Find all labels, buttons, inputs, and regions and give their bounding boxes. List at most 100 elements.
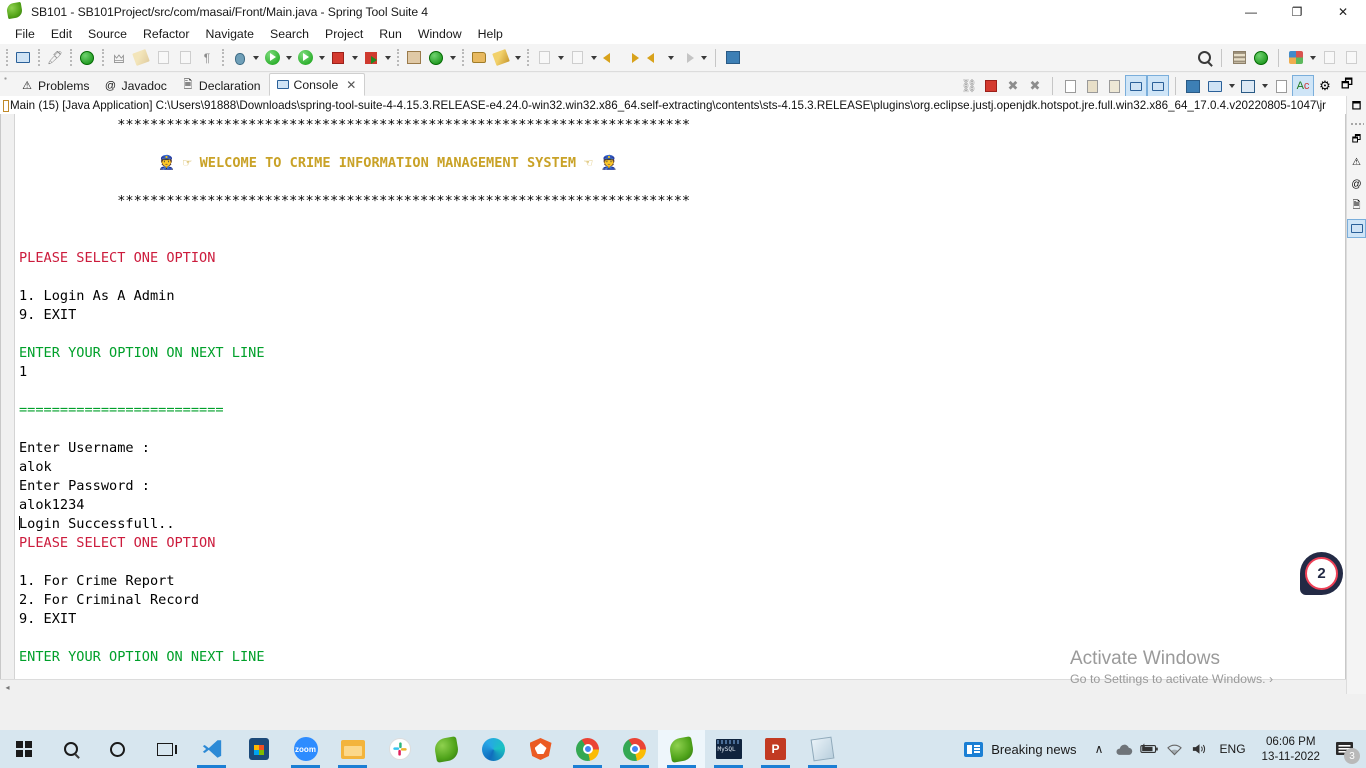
search-pen-icon[interactable] [491,48,511,68]
spring-boot-dashboard-icon[interactable] [77,48,97,68]
ansi-console-icon[interactable]: Ac [1292,75,1314,97]
word-wrap-icon[interactable] [1104,76,1124,96]
wifi-icon[interactable] [1162,730,1187,768]
tab-declaration[interactable]: 🗎 Declaration [175,75,269,96]
menu-edit[interactable]: Edit [43,26,80,42]
restore-layout-icon[interactable]: 🗖 [1348,99,1365,116]
grid-perspective-icon[interactable] [1229,48,1249,68]
settings-gear-icon[interactable]: ⚙ [1315,76,1335,96]
console-preferences-dropdown-icon[interactable] [1259,76,1270,96]
pin-console-icon[interactable] [1125,75,1147,97]
run-as-server-icon[interactable] [295,48,315,68]
menu-search[interactable]: Search [262,26,317,42]
declaration-view-icon[interactable]: 🗎 [1348,198,1365,215]
upload-dropdown-icon[interactable] [588,48,599,68]
run-icon[interactable] [262,48,282,68]
close-icon[interactable]: ✕ [346,78,356,92]
console-view-dropdown-icon[interactable] [1226,76,1237,96]
minimize-button[interactable]: — [1228,0,1274,24]
spring-perspective-icon[interactable] [1251,48,1271,68]
git-dropdown-icon[interactable] [447,48,458,68]
scroll-lock-icon[interactable] [1082,76,1102,96]
forward-icon[interactable] [677,48,697,68]
chrome-2-icon[interactable] [611,730,658,768]
menu-navigate[interactable]: Navigate [197,26,262,42]
brave-icon[interactable] [517,730,564,768]
menu-help[interactable]: Help [470,26,511,42]
zoom-icon[interactable]: zoom [282,730,329,768]
run-server-dropdown-icon[interactable] [316,48,327,68]
pencil-icon[interactable] [131,48,151,68]
file-explorer-icon[interactable] [329,730,376,768]
perspective-dropdown-icon[interactable] [1307,48,1318,68]
open-type-icon[interactable] [175,48,195,68]
minimize-view-icon[interactable]: 🗗 [1348,132,1365,149]
vscode-icon[interactable] [188,730,235,768]
powerpoint-icon[interactable]: P [752,730,799,768]
spring-tool-suite-active-icon[interactable] [658,730,705,768]
microsoft-edge-icon[interactable] [470,730,517,768]
tab-problems[interactable]: ⚠ Problems [14,75,97,96]
problems-view-icon[interactable]: ⚠ [1348,154,1365,171]
start-button[interactable] [0,730,47,768]
menu-run[interactable]: Run [371,26,410,42]
cortana-icon[interactable] [94,730,141,768]
restore-view-icon[interactable]: 🗗 [1337,76,1357,96]
relaunch-dropdown-icon[interactable] [382,48,393,68]
forward-dropdown-icon[interactable] [698,48,709,68]
mysql-icon[interactable] [705,730,752,768]
language-indicator[interactable]: ENG [1212,742,1254,756]
menu-project[interactable]: Project [317,26,371,42]
debug-icon[interactable] [229,48,249,68]
clear-console-icon[interactable] [1060,76,1080,96]
search-pen-dropdown-icon[interactable] [512,48,523,68]
console-view-icon[interactable] [1347,219,1366,238]
terminate-icon[interactable] [328,48,348,68]
menu-source[interactable]: Source [80,26,135,42]
microsoft-store-icon[interactable] [235,730,282,768]
new-console-view-icon[interactable] [1205,76,1225,96]
search-icon[interactable] [47,730,94,768]
link-broken-icon[interactable]: 🖊 [45,48,65,68]
display-selected-console-icon[interactable] [1147,75,1169,97]
battery-icon[interactable] [1137,730,1162,768]
menu-file[interactable]: File [7,26,43,42]
new-package-icon[interactable] [404,48,424,68]
notification-center-button[interactable]: 3 [1328,730,1362,768]
volume-icon[interactable] [1187,730,1212,768]
open-perspective-icon[interactable] [469,48,489,68]
tab-javadoc[interactable]: @ Javadoc [97,75,174,96]
debug-perspective-icon[interactable] [1341,48,1361,68]
open-perspective-button[interactable] [1286,48,1306,68]
debug-dropdown-icon[interactable] [250,48,261,68]
slack-icon[interactable] [376,730,423,768]
menu-refactor[interactable]: Refactor [135,26,197,42]
relaunch-icon[interactable] [361,48,381,68]
export-icon[interactable] [153,48,173,68]
console-horizontal-scrollbar[interactable]: ◂ [0,679,1346,694]
maximize-button[interactable]: ❐ [1274,0,1320,24]
bean-icon[interactable]: 🜲 [109,48,129,68]
next-annotation-icon[interactable] [622,48,642,68]
show-hidden-icons-chevron-icon[interactable]: ∧ [1087,730,1112,768]
console-preferences-icon[interactable] [1238,76,1258,96]
pilcrow-icon[interactable]: ¶ [197,48,217,68]
close-button[interactable]: ✕ [1320,0,1366,24]
back-icon[interactable] [644,48,664,68]
clock[interactable]: 06:06 PM 13-11-2022 [1254,734,1328,764]
show-console-when-output-icon[interactable]: ⛓ [959,76,979,96]
remove-launch-icon[interactable]: ✖ [1003,76,1023,96]
back-dropdown-icon[interactable] [665,48,676,68]
console-output-area[interactable]: ****************************************… [0,114,1346,694]
chrome-icon[interactable] [564,730,611,768]
scroll-left-button[interactable]: ◂ [0,680,15,695]
notepad-icon[interactable] [799,730,846,768]
git-icon[interactable] [426,48,446,68]
task-view-icon[interactable] [141,730,188,768]
console-list-icon[interactable] [1271,76,1291,96]
run-dropdown-icon[interactable] [283,48,294,68]
cloud-icon[interactable] [1112,730,1137,768]
menu-window[interactable]: Window [410,26,470,42]
search-icon[interactable] [1194,48,1214,68]
download-dropdown-icon[interactable] [555,48,566,68]
